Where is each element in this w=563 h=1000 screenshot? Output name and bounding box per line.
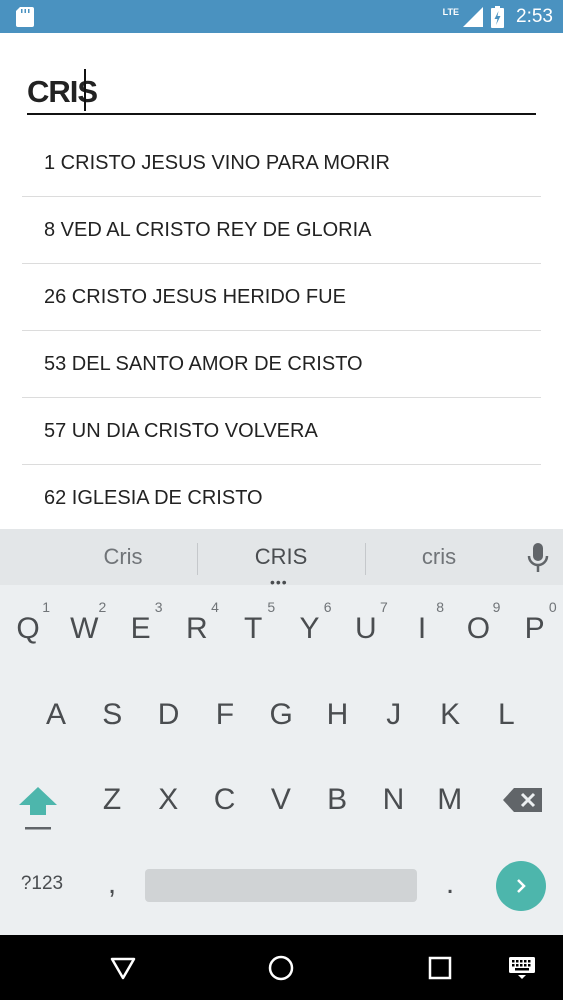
key-hint: 4 (211, 599, 219, 615)
key-label: Y (299, 612, 320, 645)
key-label: W (70, 612, 99, 645)
key-label: E (130, 612, 151, 645)
key-r[interactable]: R4 (169, 589, 225, 669)
key-hint: 2 (98, 599, 107, 615)
list-item[interactable]: 62 IGLESIA DE CRISTO (22, 465, 541, 532)
key-label: V (270, 783, 291, 816)
key-hint: 1 (42, 599, 50, 615)
key-a[interactable]: A (28, 675, 84, 755)
key-label: I (417, 612, 427, 645)
symbols-key[interactable]: ?123 (6, 859, 78, 909)
search-results-list: 1 CRISTO JESUS VINO PARA MORIR 8 VED AL … (22, 130, 541, 532)
key-label: N (382, 783, 405, 816)
key-hint: 9 (492, 599, 501, 615)
list-item[interactable]: 26 CRISTO JESUS HERIDO FUE (22, 264, 541, 331)
suggestion-right[interactable]: cris (366, 529, 512, 585)
soft-keyboard: Cris CRIS ••• cris ?123 , . Q1W2E3R4T5Y6… (0, 529, 563, 935)
key-j[interactable]: J (366, 675, 422, 755)
suggestion-strip: Cris CRIS ••• cris (0, 529, 563, 590)
home-circle-icon[interactable] (266, 953, 296, 983)
shift-icon[interactable] (15, 783, 61, 833)
key-label: T (244, 612, 263, 645)
text-caret (84, 69, 86, 111)
comma-key[interactable]: , (92, 859, 132, 909)
key-z[interactable]: Z (84, 760, 140, 840)
key-label: B (327, 783, 348, 816)
navigation-bar (0, 935, 563, 1000)
key-m[interactable]: M (422, 760, 478, 840)
search-area (0, 33, 563, 128)
key-label: A (45, 698, 66, 731)
search-input[interactable] (27, 71, 536, 115)
signal-icon (463, 6, 484, 27)
key-label: S (102, 698, 123, 731)
key-b[interactable]: B (309, 760, 365, 840)
arrow-right-icon (517, 879, 526, 893)
list-item[interactable]: 1 CRISTO JESUS VINO PARA MORIR (22, 130, 541, 197)
sd-card-icon (16, 7, 34, 27)
key-k[interactable]: K (422, 675, 478, 755)
key-label: G (269, 698, 293, 731)
key-o[interactable]: O9 (450, 589, 506, 669)
key-hint: 0 (548, 599, 557, 615)
key-label: Q (16, 612, 40, 645)
key-g[interactable]: G (253, 675, 309, 755)
key-label: U (354, 612, 377, 645)
key-y[interactable]: Y6 (282, 589, 338, 669)
key-q[interactable]: Q1 (0, 589, 56, 669)
list-item[interactable]: 57 UN DIA CRISTO VOLVERA (22, 398, 541, 465)
key-u[interactable]: U7 (338, 589, 394, 669)
key-label: D (157, 698, 180, 731)
key-x[interactable]: X (140, 760, 196, 840)
key-label: H (326, 698, 349, 731)
key-hint: 6 (323, 599, 332, 615)
key-label: P (524, 612, 545, 645)
more-suggestions-dots: ••• (270, 574, 288, 590)
key-label: L (498, 698, 515, 731)
key-label: C (213, 783, 236, 816)
key-i[interactable]: I8 (394, 589, 450, 669)
suggestion-left[interactable]: Cris (50, 529, 196, 585)
key-e[interactable]: E3 (113, 589, 169, 669)
key-n[interactable]: N (366, 760, 422, 840)
go-button[interactable] (496, 861, 546, 911)
key-l[interactable]: L (478, 675, 534, 755)
key-label: J (386, 698, 402, 731)
key-hint: 5 (267, 599, 276, 615)
key-hint: 7 (380, 599, 388, 615)
key-label: X (158, 783, 179, 816)
key-t[interactable]: T5 (225, 589, 281, 669)
keyboard-switch-icon[interactable] (508, 956, 536, 980)
key-label: Z (102, 783, 122, 816)
key-h[interactable]: H (310, 675, 366, 755)
key-s[interactable]: S (84, 675, 140, 755)
list-item[interactable]: 53 DEL SANTO AMOR DE CRISTO (22, 331, 541, 398)
list-item[interactable]: 8 VED AL CRISTO REY DE GLORIA (22, 197, 541, 264)
clock: 2:53 (516, 5, 553, 27)
key-c[interactable]: C (197, 760, 253, 840)
battery-charging-icon (491, 5, 505, 28)
key-p[interactable]: P0 (507, 589, 563, 669)
key-label: O (466, 612, 491, 645)
key-label: R (186, 612, 208, 645)
recents-square-icon[interactable] (425, 953, 455, 983)
status-bar: LTE 2:53 (0, 0, 563, 33)
key-v[interactable]: V (253, 760, 309, 840)
back-triangle-icon[interactable] (108, 953, 138, 983)
key-label: M (437, 783, 463, 816)
network-type: LTE (442, 6, 460, 17)
space-bar[interactable] (145, 869, 417, 902)
backspace-icon[interactable] (502, 785, 544, 815)
key-f[interactable]: F (197, 675, 253, 755)
key-label: K (440, 698, 461, 731)
key-d[interactable]: D (141, 675, 197, 755)
period-key[interactable]: . (430, 859, 470, 909)
key-hint: 8 (436, 599, 445, 615)
key-label: F (215, 698, 235, 731)
key-w[interactable]: W2 (56, 589, 112, 669)
mic-icon[interactable] (526, 543, 550, 573)
key-hint: 3 (154, 599, 163, 615)
